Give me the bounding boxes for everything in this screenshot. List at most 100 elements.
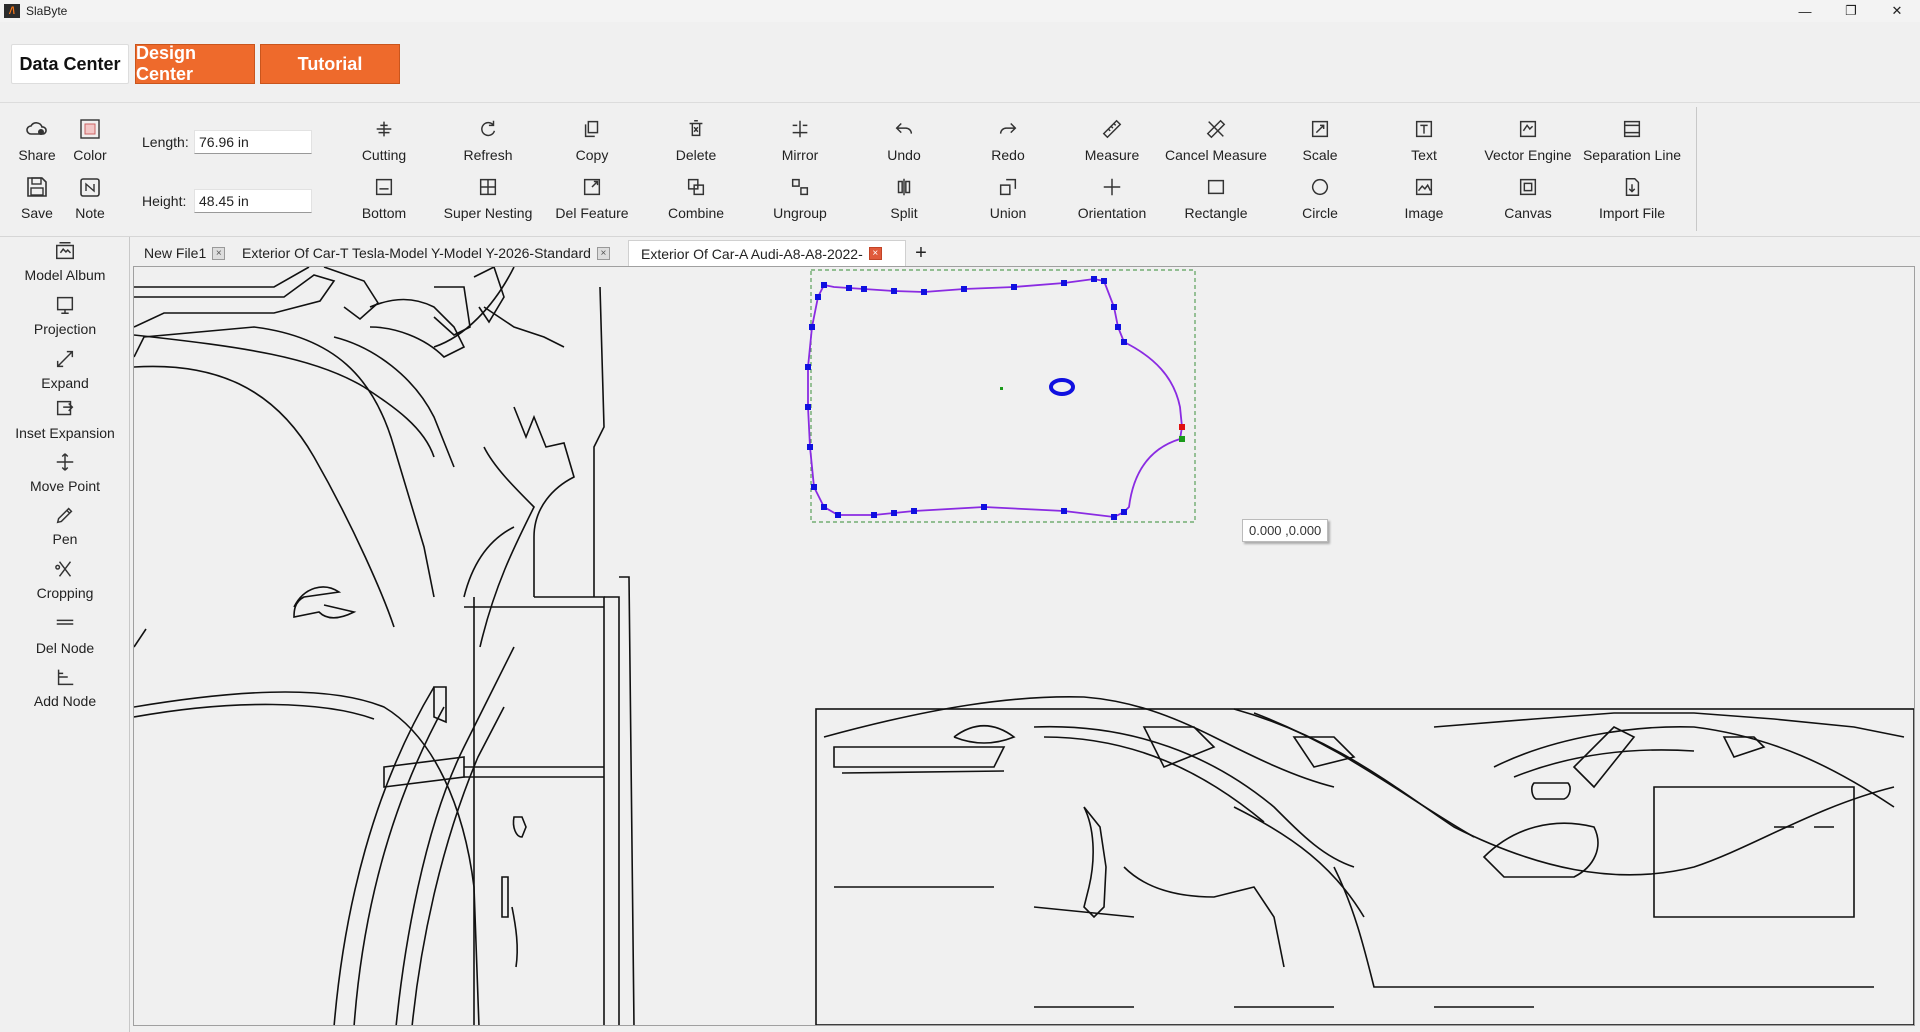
import-file-icon	[1620, 175, 1644, 199]
import-file-button[interactable]: Import File	[1580, 171, 1684, 223]
ungroup-label: Ungroup	[773, 205, 827, 221]
undo-icon	[892, 117, 916, 141]
bottom-button[interactable]: Bottom	[332, 171, 436, 223]
cutting-button[interactable]: Cutting	[332, 113, 436, 165]
canvas-button[interactable]: Canvas	[1476, 171, 1580, 223]
separation-line-button[interactable]: Separation Line	[1580, 113, 1684, 165]
tab-close-icon[interactable]: ×	[596, 246, 610, 260]
sidebar-item-label: Inset Expansion	[15, 425, 115, 441]
note-button[interactable]: Note	[38, 171, 142, 223]
del-node-icon	[53, 612, 77, 636]
measure-label: Measure	[1084, 147, 1140, 163]
sidebar-item-move-point[interactable]: Move Point	[0, 450, 130, 494]
orientation-button[interactable]: Orientation	[1060, 171, 1164, 223]
tab-new-file1[interactable]: New File1 ×	[132, 240, 226, 266]
del-feature-button[interactable]: Del Feature	[540, 171, 644, 223]
tab-audi-a8[interactable]: Exterior Of Car-A Audi-A8-A8-2022- ×	[628, 240, 906, 266]
super-nesting-icon	[476, 175, 500, 199]
redo-button[interactable]: Redo	[956, 113, 1060, 165]
ungroup-icon	[788, 175, 812, 199]
note-icon	[78, 175, 102, 199]
close-button[interactable]: ✕	[1874, 0, 1920, 22]
delete-button[interactable]: Delete	[644, 113, 748, 165]
vector-engine-button[interactable]: Vector Engine	[1476, 113, 1580, 165]
text-button[interactable]: Text	[1372, 113, 1476, 165]
sidebar-item-label: Pen	[52, 531, 78, 547]
left-vehicle-pattern	[134, 267, 635, 1025]
super-nesting-button[interactable]: Super Nesting	[436, 171, 540, 223]
canvas-drawing[interactable]	[134, 267, 1915, 1026]
pen-icon	[53, 503, 77, 527]
refresh-icon	[476, 117, 500, 141]
text-label: Text	[1411, 147, 1437, 163]
canvas-label: Canvas	[1504, 205, 1552, 221]
separation-line-label: Separation Line	[1582, 147, 1682, 163]
text-icon	[1412, 117, 1436, 141]
tab-tesla-model-y[interactable]: Exterior Of Car-T Tesla-Model Y-Model Y-…	[230, 240, 624, 266]
tab-bar: New File1 × Exterior Of Car-T Tesla-Mode…	[132, 238, 1920, 266]
cropping-icon	[53, 557, 77, 581]
color-button[interactable]: Color	[38, 113, 142, 165]
selection-node-green	[1179, 436, 1185, 442]
tab-close-icon[interactable]: ×	[212, 246, 226, 260]
cancel-measure-button[interactable]: Cancel Measure	[1164, 113, 1268, 165]
combine-button[interactable]: Combine	[644, 171, 748, 223]
sidebar-item-projection[interactable]: Projection	[0, 293, 130, 337]
selection-node-red	[1179, 424, 1185, 430]
import-file-label: Import File	[1598, 205, 1666, 221]
tutorial-button[interactable]: Tutorial	[260, 44, 400, 84]
undo-button[interactable]: Undo	[852, 113, 956, 165]
sidebar-item-expand[interactable]: Expand	[0, 347, 130, 391]
sidebar-item-del-node[interactable]: Del Node	[0, 612, 130, 656]
left-sidebar: Model Album Projection Expand Inset Expansi…	[0, 237, 130, 1032]
split-icon	[892, 175, 916, 199]
data-center-button[interactable]: Data Center	[11, 44, 129, 84]
scale-button[interactable]: Scale	[1268, 113, 1372, 165]
sidebar-item-label: Cropping	[36, 585, 94, 601]
height-input[interactable]	[194, 189, 312, 213]
image-button[interactable]: Image	[1372, 171, 1476, 223]
tab-close-icon[interactable]: ×	[868, 247, 882, 260]
height-label: Height:	[142, 193, 187, 209]
top-navigation: Data Center Design Center Tutorial	[0, 22, 1920, 102]
sidebar-item-label: Add Node	[33, 693, 97, 709]
circle-button[interactable]: Circle	[1268, 171, 1372, 223]
sidebar-item-label: Model Album	[24, 267, 106, 283]
design-center-button[interactable]: Design Center	[135, 43, 255, 84]
cancel-measure-icon	[1204, 117, 1228, 141]
inset-expansion-icon	[53, 397, 77, 421]
toolbar: Share Color Save Note Length: Height: Cu…	[0, 102, 1920, 237]
move-point-icon	[53, 450, 77, 474]
minimize-button[interactable]: —	[1782, 0, 1828, 22]
split-button[interactable]: Split	[852, 171, 956, 223]
color-label: Color	[73, 147, 107, 163]
sidebar-item-model-album[interactable]: Model Album	[0, 239, 130, 283]
union-button[interactable]: Union	[956, 171, 1060, 223]
selection-nodes	[805, 276, 1127, 520]
measure-button[interactable]: Measure	[1060, 113, 1164, 165]
selected-shape-path	[807, 278, 1183, 518]
bottom-label: Bottom	[361, 205, 407, 221]
selected-hole-shape	[1049, 378, 1075, 396]
scale-icon	[1308, 117, 1332, 141]
copy-button[interactable]: Copy	[540, 113, 644, 165]
ungroup-button[interactable]: Ungroup	[748, 171, 852, 223]
sidebar-item-inset-expansion[interactable]: Inset Expansion	[0, 397, 130, 441]
combine-icon	[684, 175, 708, 199]
sidebar-item-cropping[interactable]: Cropping	[0, 557, 130, 601]
canvas-icon	[1516, 175, 1540, 199]
rectangle-button[interactable]: Rectangle	[1164, 171, 1268, 223]
maximize-button[interactable]: ❐	[1828, 0, 1874, 22]
add-tab-button[interactable]: +	[908, 240, 934, 266]
measure-icon	[1100, 117, 1124, 141]
design-canvas[interactable]: 0.000 ,0.000	[133, 266, 1915, 1026]
length-input[interactable]	[194, 130, 312, 154]
sidebar-item-label: Expand	[41, 375, 89, 391]
tab-label: Exterior Of Car-A Audi-A8-A8-2022-	[641, 245, 863, 262]
refresh-label: Refresh	[463, 147, 513, 163]
refresh-button[interactable]: Refresh	[436, 113, 540, 165]
mirror-button[interactable]: Mirror	[748, 113, 852, 165]
sidebar-item-pen[interactable]: Pen	[0, 503, 130, 547]
sidebar-item-add-node[interactable]: Add Node	[0, 665, 130, 709]
orientation-icon	[1100, 175, 1124, 199]
